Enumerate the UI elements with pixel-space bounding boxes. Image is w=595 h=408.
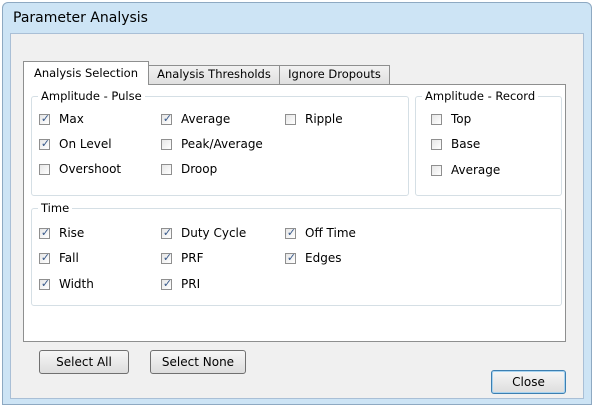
checkbox-label: Peak/Average [181,137,263,151]
amplitude-record-group: Amplitude - Record Top Base Average [415,89,562,196]
checkmark-icon: ✓ [162,225,173,239]
tab-analysis-selection[interactable]: Analysis Selection [23,61,149,85]
close-button[interactable]: Close [491,370,566,394]
edges-checkbox[interactable]: ✓ Edges [285,250,341,266]
base-checkbox[interactable]: Base [431,136,480,152]
checkbox-box[interactable]: ✓ [39,136,51,150]
checkbox-box[interactable]: ✓ [161,276,173,290]
window-title: Parameter Analysis [13,10,148,26]
max-checkbox[interactable]: ✓ Max [39,111,84,127]
width-checkbox[interactable]: ✓ Width [39,276,94,292]
checkbox-label: PRI [181,277,201,291]
amplitude-pulse-label: Amplitude - Pulse [38,89,145,103]
top-checkbox[interactable]: Top [431,111,471,127]
analysis-selection-panel: Amplitude - Pulse ✓ Max ✓ On Level Oversho… [23,84,566,374]
checkmark-icon: ✓ [162,111,173,125]
checkbox-label: Base [451,137,481,151]
droop-checkbox[interactable]: Droop [161,161,217,177]
select-none-button[interactable]: Select None [150,350,246,374]
time-label: Time [38,201,73,215]
dialog-client-area: Analysis Selection Analysis Thresholds I… [10,33,584,399]
checkbox-label: Average [451,163,501,177]
checkbox-box[interactable] [431,164,442,176]
checkbox-box[interactable]: ✓ [39,250,51,264]
checkbox-label: Max [59,112,84,126]
checkmark-icon: ✓ [286,250,297,264]
checkbox-box[interactable]: ✓ [39,276,51,290]
time-group: Time ✓ Rise ✓ Fall ✓ Width ✓ Duty Cycle ✓ PRF… [31,201,562,306]
checkbox-box[interactable]: ✓ [161,225,173,239]
checkbox-label: Rise [59,226,85,240]
checkmark-icon: ✓ [162,250,173,264]
checkbox-box[interactable]: ✓ [39,225,51,239]
rise-checkbox[interactable]: ✓ Rise [39,225,84,241]
checkbox-box[interactable]: ✓ [39,111,51,125]
checkbox-label: Width [59,277,94,291]
off-time-checkbox[interactable]: ✓ Off Time [285,225,356,241]
checkbox-box[interactable] [161,138,172,150]
checkmark-icon: ✓ [162,276,173,290]
parameter-analysis-window: Parameter Analysis Analysis Selection An… [2,2,592,405]
checkbox-label: Edges [305,251,342,265]
checkbox-box[interactable] [431,113,442,125]
checkbox-label: On Level [59,137,112,151]
amplitude-pulse-group: Amplitude - Pulse ✓ Max ✓ On Level Oversho… [31,89,409,196]
average-pulse-checkbox[interactable]: ✓ Average [161,111,230,127]
checkbox-label: Average [181,112,231,126]
pri-checkbox[interactable]: ✓ PRI [161,276,200,292]
checkbox-label: Fall [59,251,79,265]
ripple-checkbox[interactable]: Ripple [285,111,343,127]
average-record-checkbox[interactable]: Average [431,162,500,178]
select-all-button[interactable]: Select All [39,350,129,374]
checkbox-box[interactable]: ✓ [285,250,297,264]
on-level-checkbox[interactable]: ✓ On Level [39,136,112,152]
fall-checkbox[interactable]: ✓ Fall [39,250,79,266]
checkbox-box[interactable] [285,113,296,125]
checkbox-label: Overshoot [59,162,122,176]
amplitude-record-label: Amplitude - Record [422,89,539,103]
checkmark-icon: ✓ [40,250,51,264]
checkbox-box[interactable] [431,138,442,150]
checkbox-label: PRF [181,251,204,265]
peak-average-checkbox[interactable]: Peak/Average [161,136,263,152]
checkbox-label: Top [451,112,472,126]
checkbox-box[interactable] [39,163,50,175]
checkmark-icon: ✓ [40,111,51,125]
tab-analysis-thresholds[interactable]: Analysis Thresholds [148,65,280,84]
title-bar[interactable]: Parameter Analysis [3,3,591,33]
overshoot-checkbox[interactable]: Overshoot [39,161,121,177]
checkmark-icon: ✓ [286,225,297,239]
checkbox-box[interactable]: ✓ [161,111,173,125]
tab-ignore-dropouts[interactable]: Ignore Dropouts [279,65,390,84]
checkmark-icon: ✓ [40,136,51,150]
checkmark-icon: ✓ [40,276,51,290]
checkbox-label: Duty Cycle [181,226,247,240]
checkbox-box[interactable]: ✓ [285,225,297,239]
checkbox-label: Off Time [305,226,356,240]
checkmark-icon: ✓ [40,225,51,239]
checkbox-label: Ripple [305,112,343,126]
checkbox-label: Droop [181,162,218,176]
prf-checkbox[interactable]: ✓ PRF [161,250,203,266]
duty-cycle-checkbox[interactable]: ✓ Duty Cycle [161,225,246,241]
checkbox-box[interactable]: ✓ [161,250,173,264]
checkbox-box[interactable] [161,163,172,175]
